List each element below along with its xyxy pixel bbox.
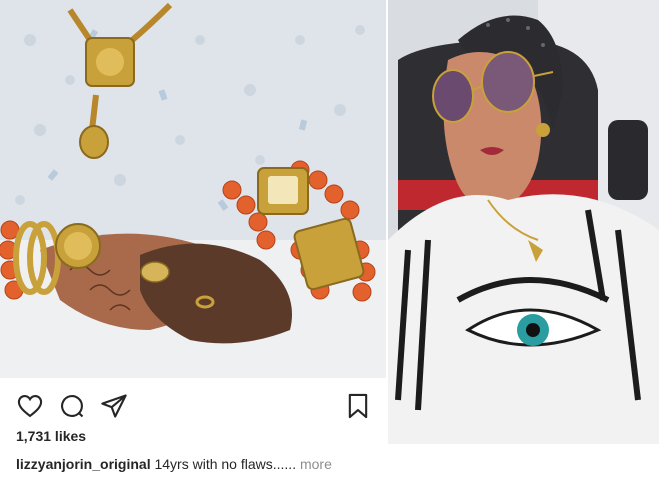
post-actions-bar [0, 386, 386, 422]
post-photo[interactable] [0, 0, 386, 378]
caption-username[interactable]: lizzyanjorin_original [16, 456, 151, 472]
bookmark-icon[interactable] [344, 392, 372, 420]
comment-icon[interactable] [58, 392, 86, 420]
likes-count[interactable]: 1,731 likes [16, 428, 86, 444]
more-link[interactable]: more [300, 456, 332, 472]
share-icon[interactable] [100, 392, 128, 420]
caption-text: 14yrs with no flaws...... [154, 456, 297, 472]
heart-icon[interactable] [16, 392, 44, 420]
selfie-photo[interactable] [388, 0, 659, 444]
post-caption: lizzyanjorin_original 14yrs with no flaw… [16, 456, 332, 472]
